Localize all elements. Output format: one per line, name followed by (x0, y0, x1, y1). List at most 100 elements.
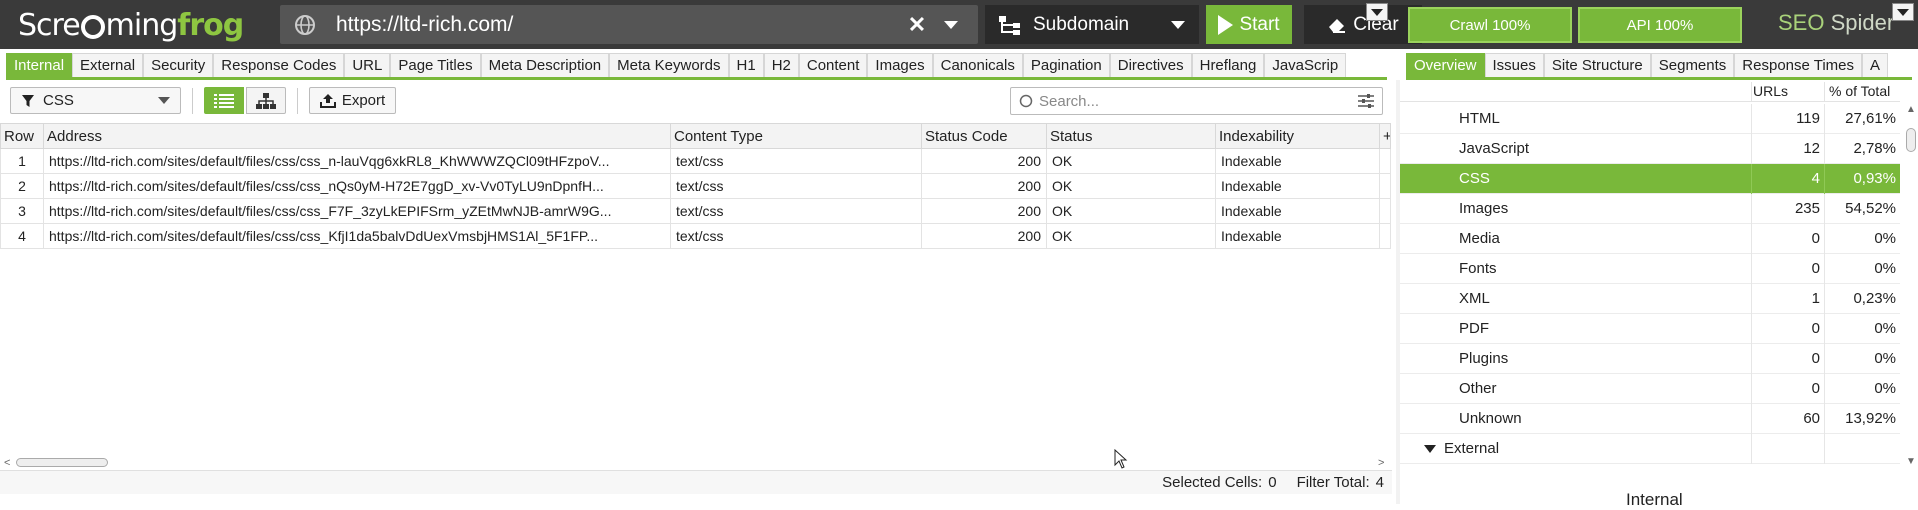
overview-column-percent[interactable]: % of Total (1829, 83, 1899, 99)
start-button-label: Start (1239, 13, 1280, 35)
tab-canonicals[interactable]: Canonicals (932, 53, 1023, 77)
status-cell: OK (1046, 198, 1216, 224)
crawl-mode-select[interactable]: Subdomain (985, 5, 1199, 44)
start-button[interactable]: Start (1206, 5, 1292, 44)
export-button[interactable]: Export (309, 87, 396, 114)
api-progress-meter: API 100% (1578, 7, 1742, 43)
more-tabs-button[interactable] (1366, 3, 1388, 21)
address-cell[interactable]: https://ltd-rich.com/sites/default/files… (43, 223, 671, 249)
overview-row-plugins[interactable]: Plugins 0 0% (1400, 344, 1900, 374)
overview-row-unknown[interactable]: Unknown 60 13,92% (1400, 404, 1900, 434)
tab-response-codes[interactable]: Response Codes (213, 53, 345, 77)
tab-hreflang[interactable]: Hreflang (1191, 53, 1265, 77)
overview-row-media[interactable]: Media 0 0% (1400, 224, 1900, 254)
address-cell[interactable]: https://ltd-rich.com/sites/default/files… (43, 148, 671, 174)
empty-cell (1379, 173, 1391, 199)
tab-external[interactable]: External (72, 53, 144, 77)
table-row[interactable]: 4 https://ltd-rich.com/sites/default/fil… (0, 223, 1391, 249)
overview-row-images[interactable]: Images 235 54,52% (1400, 194, 1900, 224)
overview-row-javascript[interactable]: JavaScript 12 2,78% (1400, 134, 1900, 164)
crawl-progress-meter: Crawl 100% (1408, 7, 1572, 43)
column-header-indexability[interactable]: Indexability (1215, 123, 1380, 149)
search-input[interactable] (1039, 92, 1358, 110)
horizontal-scrollbar[interactable]: < > (0, 455, 1390, 469)
chevron-down-icon (1371, 8, 1383, 16)
overview-column-urls[interactable]: URLs (1753, 83, 1793, 99)
tab-issues[interactable]: Issues (1484, 53, 1544, 77)
overview-row-urls: 12 (1803, 140, 1820, 157)
url-history-dropdown-icon[interactable] (944, 20, 958, 29)
clear-button[interactable]: Clear (1304, 5, 1422, 44)
url-input[interactable]: https://ltd-rich.com/ (336, 13, 902, 37)
add-column-button[interactable]: + (1379, 123, 1391, 149)
overview-row-html[interactable]: HTML 119 27,61% (1400, 104, 1900, 134)
toolbar-divider (297, 88, 298, 114)
overview-row-percent: 0% (1874, 230, 1896, 247)
tab-javascript[interactable]: JavaScrip (1264, 53, 1347, 77)
overview-row-label: Images (1459, 200, 1509, 217)
overview-row-css[interactable]: CSS 4 0,93% (1400, 164, 1900, 194)
more-side-tabs-button[interactable] (1892, 3, 1914, 21)
tree-view-button[interactable] (246, 87, 286, 114)
tab-meta-description[interactable]: Meta Description (480, 53, 610, 77)
status-code-cell: 200 (921, 223, 1047, 249)
column-header-status-code[interactable]: Status Code (921, 123, 1047, 149)
column-divider (1824, 82, 1825, 102)
row-number-cell: 4 (0, 223, 44, 249)
clear-url-icon[interactable]: ✕ (902, 12, 932, 38)
column-header-address[interactable]: Address (43, 123, 671, 149)
overview-row-fonts[interactable]: Fonts 0 0% (1400, 254, 1900, 284)
scroll-down-icon[interactable]: ▼ (1906, 456, 1916, 467)
overview-row-xml[interactable]: XML 1 0,23% (1400, 284, 1900, 314)
tab-h2[interactable]: H2 (763, 53, 799, 77)
tab-overview[interactable]: Overview (1406, 53, 1485, 77)
table-row[interactable]: 1 https://ltd-rich.com/sites/default/fil… (0, 148, 1391, 174)
tab-pagination[interactable]: Pagination (1022, 53, 1110, 77)
filter-select[interactable]: CSS (10, 87, 181, 114)
tab-images[interactable]: Images (867, 53, 933, 77)
tab-segments[interactable]: Segments (1650, 53, 1735, 77)
overview-row-label: PDF (1459, 320, 1489, 337)
column-header-row[interactable]: Row (0, 123, 44, 149)
table-row[interactable]: 2 https://ltd-rich.com/sites/default/fil… (0, 173, 1391, 199)
column-header-status[interactable]: Status (1046, 123, 1216, 149)
scroll-left-icon[interactable]: < (4, 457, 10, 469)
logo-o-icon (80, 15, 105, 39)
tab-directives[interactable]: Directives (1109, 53, 1192, 77)
scrollbar-thumb[interactable] (1906, 128, 1916, 152)
vertical-scrollbar[interactable]: ▲ ▼ (1904, 102, 1918, 470)
indexability-cell: Indexable (1215, 223, 1380, 249)
scroll-right-icon[interactable]: > (1378, 457, 1384, 469)
column-divider (1824, 434, 1825, 464)
search-options-icon[interactable] (1358, 94, 1374, 108)
collapse-caret-icon[interactable] (1424, 445, 1436, 453)
address-cell[interactable]: https://ltd-rich.com/sites/default/files… (43, 173, 671, 199)
tab-a[interactable]: A (1862, 53, 1889, 77)
chevron-down-icon (1171, 20, 1185, 29)
tab-internal[interactable]: Internal (6, 53, 73, 77)
overview-row-other[interactable]: Other 0 0% (1400, 374, 1900, 404)
url-bar[interactable]: https://ltd-rich.com/ ✕ (280, 5, 978, 44)
tab-meta-keywords[interactable]: Meta Keywords (609, 53, 729, 77)
overview-group-external[interactable]: External (1400, 434, 1900, 464)
tab-security[interactable]: Security (143, 53, 214, 77)
column-header-content-type[interactable]: Content Type (670, 123, 922, 149)
scrollbar-thumb[interactable] (16, 458, 108, 467)
list-view-button[interactable] (204, 87, 244, 114)
tab-h1[interactable]: H1 (728, 53, 764, 77)
table-row[interactable]: 3 https://ltd-rich.com/sites/default/fil… (0, 198, 1391, 224)
status-code-cell: 200 (921, 198, 1047, 224)
tab-response-times[interactable]: Response Times (1734, 53, 1863, 77)
overview-row-pdf[interactable]: PDF 0 0% (1400, 314, 1900, 344)
tab-url[interactable]: URL (344, 53, 391, 77)
tab-site-structure[interactable]: Site Structure (1543, 53, 1651, 77)
search-box[interactable] (1010, 87, 1383, 115)
overview-row-label: Unknown (1459, 410, 1522, 427)
tab-content[interactable]: Content (798, 53, 868, 77)
eraser-icon (1329, 18, 1346, 33)
overview-row-label: CSS (1459, 170, 1490, 187)
tab-page-titles[interactable]: Page Titles (390, 53, 481, 77)
overview-row-percent: 13,92% (1845, 410, 1896, 427)
address-cell[interactable]: https://ltd-rich.com/sites/default/files… (43, 198, 671, 224)
scroll-up-icon[interactable]: ▲ (1906, 104, 1916, 115)
